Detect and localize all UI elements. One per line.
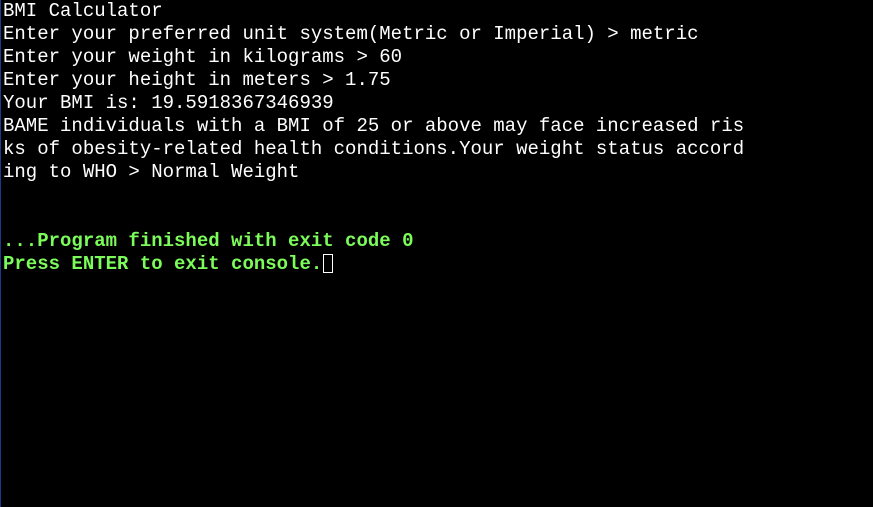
text-cursor	[323, 254, 334, 273]
console-line-weight-status: ing to WHO > Normal Weight	[3, 161, 300, 183]
console-line-bame-note-1: BAME individuals with a BMI of 25 or abo…	[3, 115, 745, 137]
exit-code-message: ...Program finished with exit code 0	[3, 230, 414, 252]
console-line-height-prompt: Enter your height in meters > 1.75	[3, 69, 391, 91]
exit-prompt-line: Press ENTER to exit console.	[3, 253, 873, 276]
console-line-unit-prompt: Enter your preferred unit system(Metric …	[3, 23, 699, 45]
console-line-bmi-result: Your BMI is: 19.5918367346939	[3, 92, 334, 114]
console-line-title: BMI Calculator	[3, 0, 163, 22]
exit-prompt-text: Press ENTER to exit console.	[3, 253, 323, 275]
console-line-bame-note-2: ks of obesity-related health conditions.…	[3, 138, 745, 160]
console-window[interactable]: BMI Calculator Enter your preferred unit…	[0, 0, 873, 507]
console-line-weight-prompt: Enter your weight in kilograms > 60	[3, 46, 403, 68]
